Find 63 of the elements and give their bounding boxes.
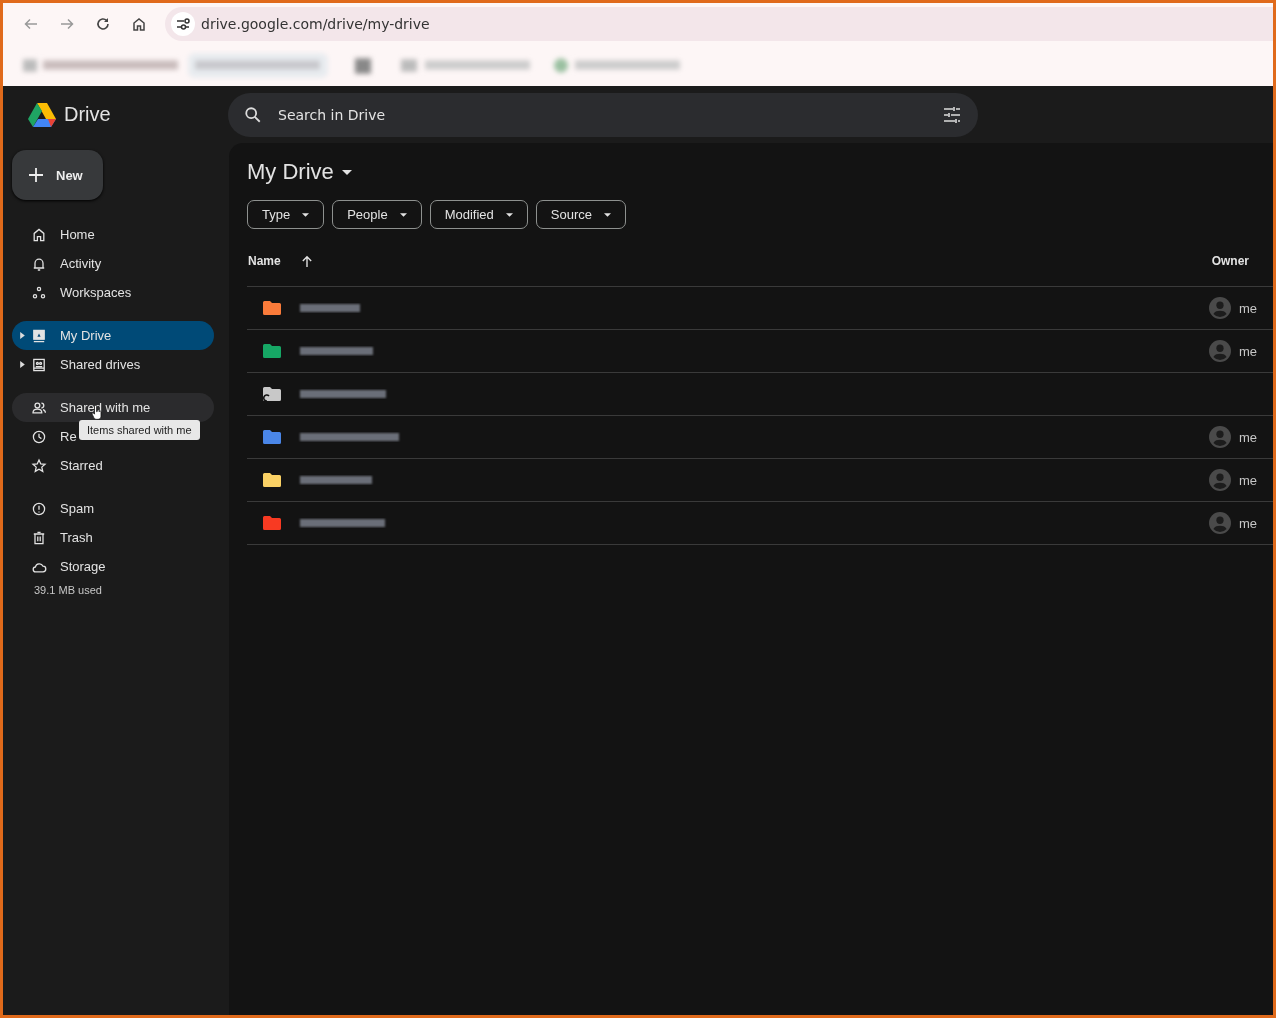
file-row[interactable]: me xyxy=(247,502,1273,545)
owner-name: me xyxy=(1238,300,1257,316)
sidebar-item[interactable]: Home xyxy=(12,220,214,249)
mydrive-icon xyxy=(31,327,47,344)
reload-icon[interactable] xyxy=(95,16,111,32)
tooltip: Items shared with me xyxy=(79,420,200,440)
expand-caret-icon[interactable] xyxy=(20,332,25,339)
avatar-icon xyxy=(1208,340,1231,362)
caret-icon xyxy=(604,212,611,217)
file-row[interactable]: me xyxy=(247,459,1273,502)
plus-icon xyxy=(28,167,44,183)
home-icon[interactable] xyxy=(131,16,147,32)
column-header[interactable]: Owner xyxy=(1211,254,1249,268)
clock-icon xyxy=(31,428,47,445)
sidebar-item[interactable]: My Drive xyxy=(12,321,214,350)
search-icon xyxy=(244,105,262,124)
owner-name: me xyxy=(1238,515,1257,531)
expand-caret-icon[interactable] xyxy=(20,361,25,368)
sidebar-item[interactable]: Activity xyxy=(12,249,214,278)
caret-icon xyxy=(399,212,407,217)
dropdown-caret-icon xyxy=(341,169,352,175)
avatar-icon xyxy=(1208,426,1231,448)
filter-chip[interactable]: Modified xyxy=(429,200,528,229)
sort-up-arrow-icon[interactable] xyxy=(300,254,313,268)
app-name: Drive xyxy=(64,103,111,126)
column-header[interactable]: Name xyxy=(248,254,281,268)
shareddrives-icon xyxy=(31,356,47,373)
filter-chip[interactable]: Type xyxy=(247,200,325,229)
filter-chip[interactable]: Source xyxy=(535,200,626,229)
file-row[interactable]: me xyxy=(247,330,1273,373)
star-icon xyxy=(31,457,47,474)
sidebar-item[interactable]: Starred xyxy=(12,451,214,480)
owner-name: me xyxy=(1238,343,1257,359)
owner-name: me xyxy=(1238,472,1257,488)
file-row[interactable]: me xyxy=(247,287,1273,330)
workspaces-icon xyxy=(31,284,47,301)
avatar-icon xyxy=(1208,297,1231,319)
sidebar-item[interactable]: Trash xyxy=(12,523,214,552)
page-title[interactable]: My Drive xyxy=(247,159,352,185)
sidebar-item[interactable]: Spam xyxy=(12,494,214,523)
owner-name: me xyxy=(1238,429,1257,445)
home-icon xyxy=(31,226,47,243)
caret-icon xyxy=(505,212,513,217)
search-bar[interactable]: Search in Drive xyxy=(228,92,978,137)
file-row[interactable]: me xyxy=(247,416,1273,459)
drive-logo-icon xyxy=(28,102,56,127)
caret-icon xyxy=(302,212,310,217)
avatar-icon xyxy=(1208,512,1231,534)
search-field[interactable]: Search in Drive xyxy=(276,105,942,124)
sidebar-item[interactable]: Storage xyxy=(12,552,214,581)
spam-icon xyxy=(31,500,47,517)
filter-chip[interactable]: People xyxy=(332,200,422,229)
sidebar-item[interactable]: Shared drives xyxy=(12,350,214,379)
url-text: drive.google.com/drive/my-drive xyxy=(201,16,430,32)
sidebar-item[interactable]: Shared with me xyxy=(12,393,214,422)
new-button[interactable]: New xyxy=(12,150,103,200)
avatar-icon xyxy=(1208,469,1231,491)
trash-icon xyxy=(31,529,47,546)
storage-used-text: 39.1 MB used xyxy=(33,584,103,596)
site-settings-icon[interactable] xyxy=(171,12,195,36)
filter-options-icon[interactable] xyxy=(942,104,962,125)
sidebar-item[interactable]: Workspaces xyxy=(12,278,214,307)
address-bar[interactable]: drive.google.com/drive/my-drive xyxy=(165,7,1273,41)
